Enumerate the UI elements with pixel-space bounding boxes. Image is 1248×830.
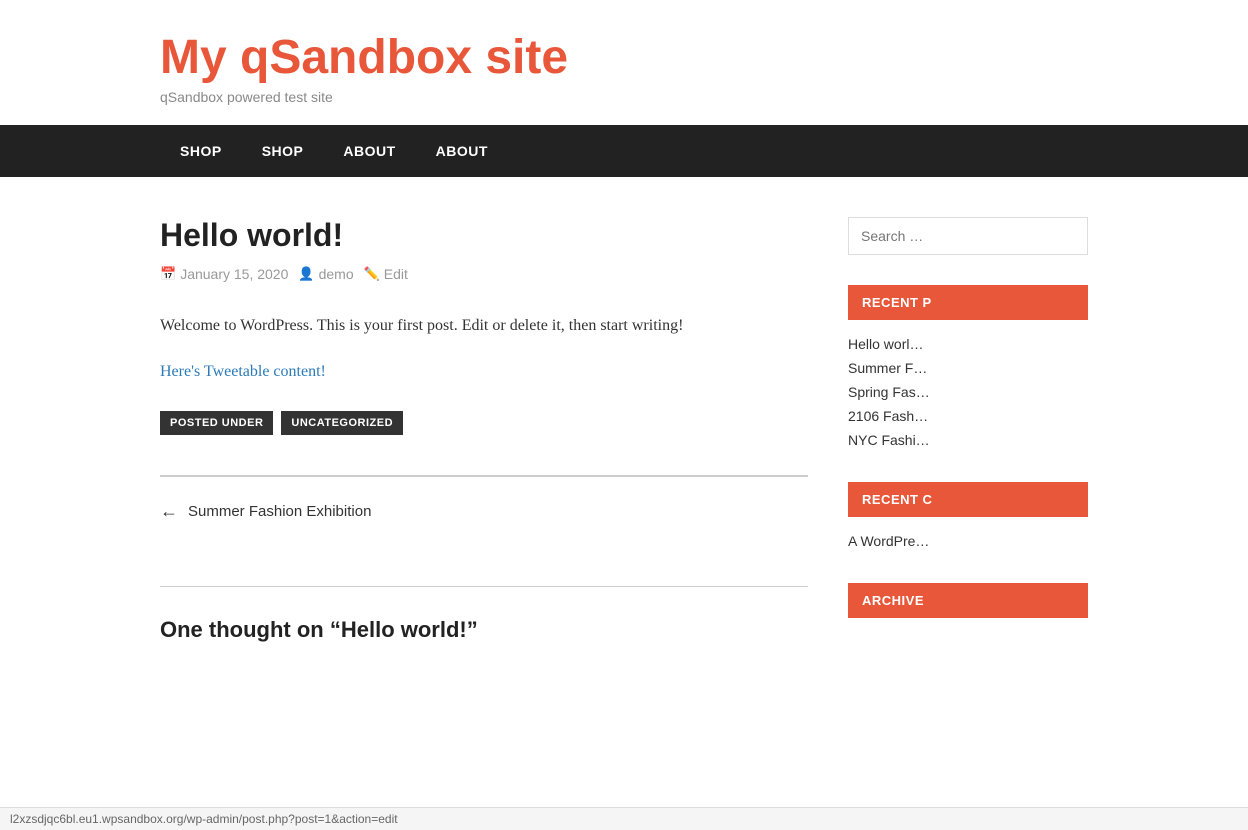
post-edit-link[interactable]: Edit <box>384 266 408 282</box>
status-bar: l2xzsdjqc6bl.eu1.wpsandbox.org/wp-admin/… <box>0 807 1248 830</box>
post-nav-prev[interactable]: ← Summer Fashion Exhibition <box>160 501 808 522</box>
posted-under-label: POSTED UNDER <box>160 411 273 435</box>
content-wrapper: Hello world! 📅 January 15, 2020 👤 demo ✏… <box>0 177 1248 703</box>
recent-comment-link-1[interactable]: A WordPre… <box>848 533 929 549</box>
list-item[interactable]: A WordPre… <box>848 529 1088 553</box>
recent-post-link-5[interactable]: NYC Fashi… <box>848 432 930 448</box>
nav-item-about-2[interactable]: ABOUT <box>416 125 508 177</box>
recent-comments-widget: RECENT C A WordPre… <box>848 482 1088 553</box>
post-author[interactable]: demo <box>319 266 354 282</box>
nav-item-shop-1[interactable]: SHOP <box>160 125 242 177</box>
site-header: My qSandbox site qSandbox powered test s… <box>0 0 1248 125</box>
edit-icon: ✏️ <box>364 266 380 282</box>
recent-comments-title: RECENT C <box>848 482 1088 517</box>
user-icon: 👤 <box>298 266 314 282</box>
post-meta: 📅 January 15, 2020 👤 demo ✏️ Edit <box>160 266 808 282</box>
recent-comments-list: A WordPre… <box>848 529 1088 553</box>
nav-item-about-1[interactable]: ABOUT <box>323 125 415 177</box>
recent-post-link-4[interactable]: 2106 Fash… <box>848 408 928 424</box>
comments-section: One thought on “Hello world!” <box>160 617 808 643</box>
main-nav: SHOP SHOP ABOUT ABOUT <box>0 125 1248 177</box>
list-item[interactable]: Hello worl… <box>848 332 1088 356</box>
list-item[interactable]: Summer F… <box>848 356 1088 380</box>
comments-title: One thought on “Hello world!” <box>160 617 808 643</box>
post-body: Welcome to WordPress. This is your first… <box>160 312 808 339</box>
post-nav: ← Summer Fashion Exhibition <box>160 476 808 546</box>
post-tags: POSTED UNDER UNCATEGORIZED <box>160 411 808 435</box>
post-edit-wrapper: ✏️ Edit <box>364 266 408 282</box>
archives-title: ARCHIVE <box>848 583 1088 618</box>
post-date-wrapper: 📅 January 15, 2020 <box>160 266 288 282</box>
post-category[interactable]: UNCATEGORIZED <box>281 411 403 435</box>
post-date: January 15, 2020 <box>180 266 288 282</box>
post-nav-bottom-divider <box>160 586 808 587</box>
nav-item-shop-2[interactable]: SHOP <box>242 125 324 177</box>
post-title: Hello world! <box>160 217 808 254</box>
recent-posts-title: RECENT P <box>848 285 1088 320</box>
left-arrow-icon: ← <box>160 501 178 522</box>
archives-widget: ARCHIVE <box>848 583 1088 618</box>
tweetable-link[interactable]: Here's Tweetable content! <box>160 363 808 381</box>
recent-posts-widget: RECENT P Hello worl… Summer F… Spring Fa… <box>848 285 1088 452</box>
recent-post-link-2[interactable]: Summer F… <box>848 360 927 376</box>
list-item[interactable]: NYC Fashi… <box>848 428 1088 452</box>
recent-posts-list: Hello worl… Summer F… Spring Fas… 2106 F… <box>848 332 1088 452</box>
search-input[interactable] <box>848 217 1088 255</box>
recent-post-link-3[interactable]: Spring Fas… <box>848 384 930 400</box>
list-item[interactable]: 2106 Fash… <box>848 404 1088 428</box>
list-item[interactable]: Spring Fas… <box>848 380 1088 404</box>
site-title[interactable]: My qSandbox site <box>160 30 1088 85</box>
post-author-wrapper: 👤 demo <box>298 266 353 282</box>
search-widget <box>848 217 1088 255</box>
recent-post-link-1[interactable]: Hello worl… <box>848 336 923 352</box>
main-content: Hello world! 📅 January 15, 2020 👤 demo ✏… <box>160 217 808 663</box>
post-nav-prev-label: Summer Fashion Exhibition <box>188 503 371 520</box>
calendar-icon: 📅 <box>160 266 176 282</box>
site-tagline: qSandbox powered test site <box>160 89 1088 105</box>
status-url: l2xzsdjqc6bl.eu1.wpsandbox.org/wp-admin/… <box>10 812 398 826</box>
sidebar: RECENT P Hello worl… Summer F… Spring Fa… <box>848 217 1088 663</box>
